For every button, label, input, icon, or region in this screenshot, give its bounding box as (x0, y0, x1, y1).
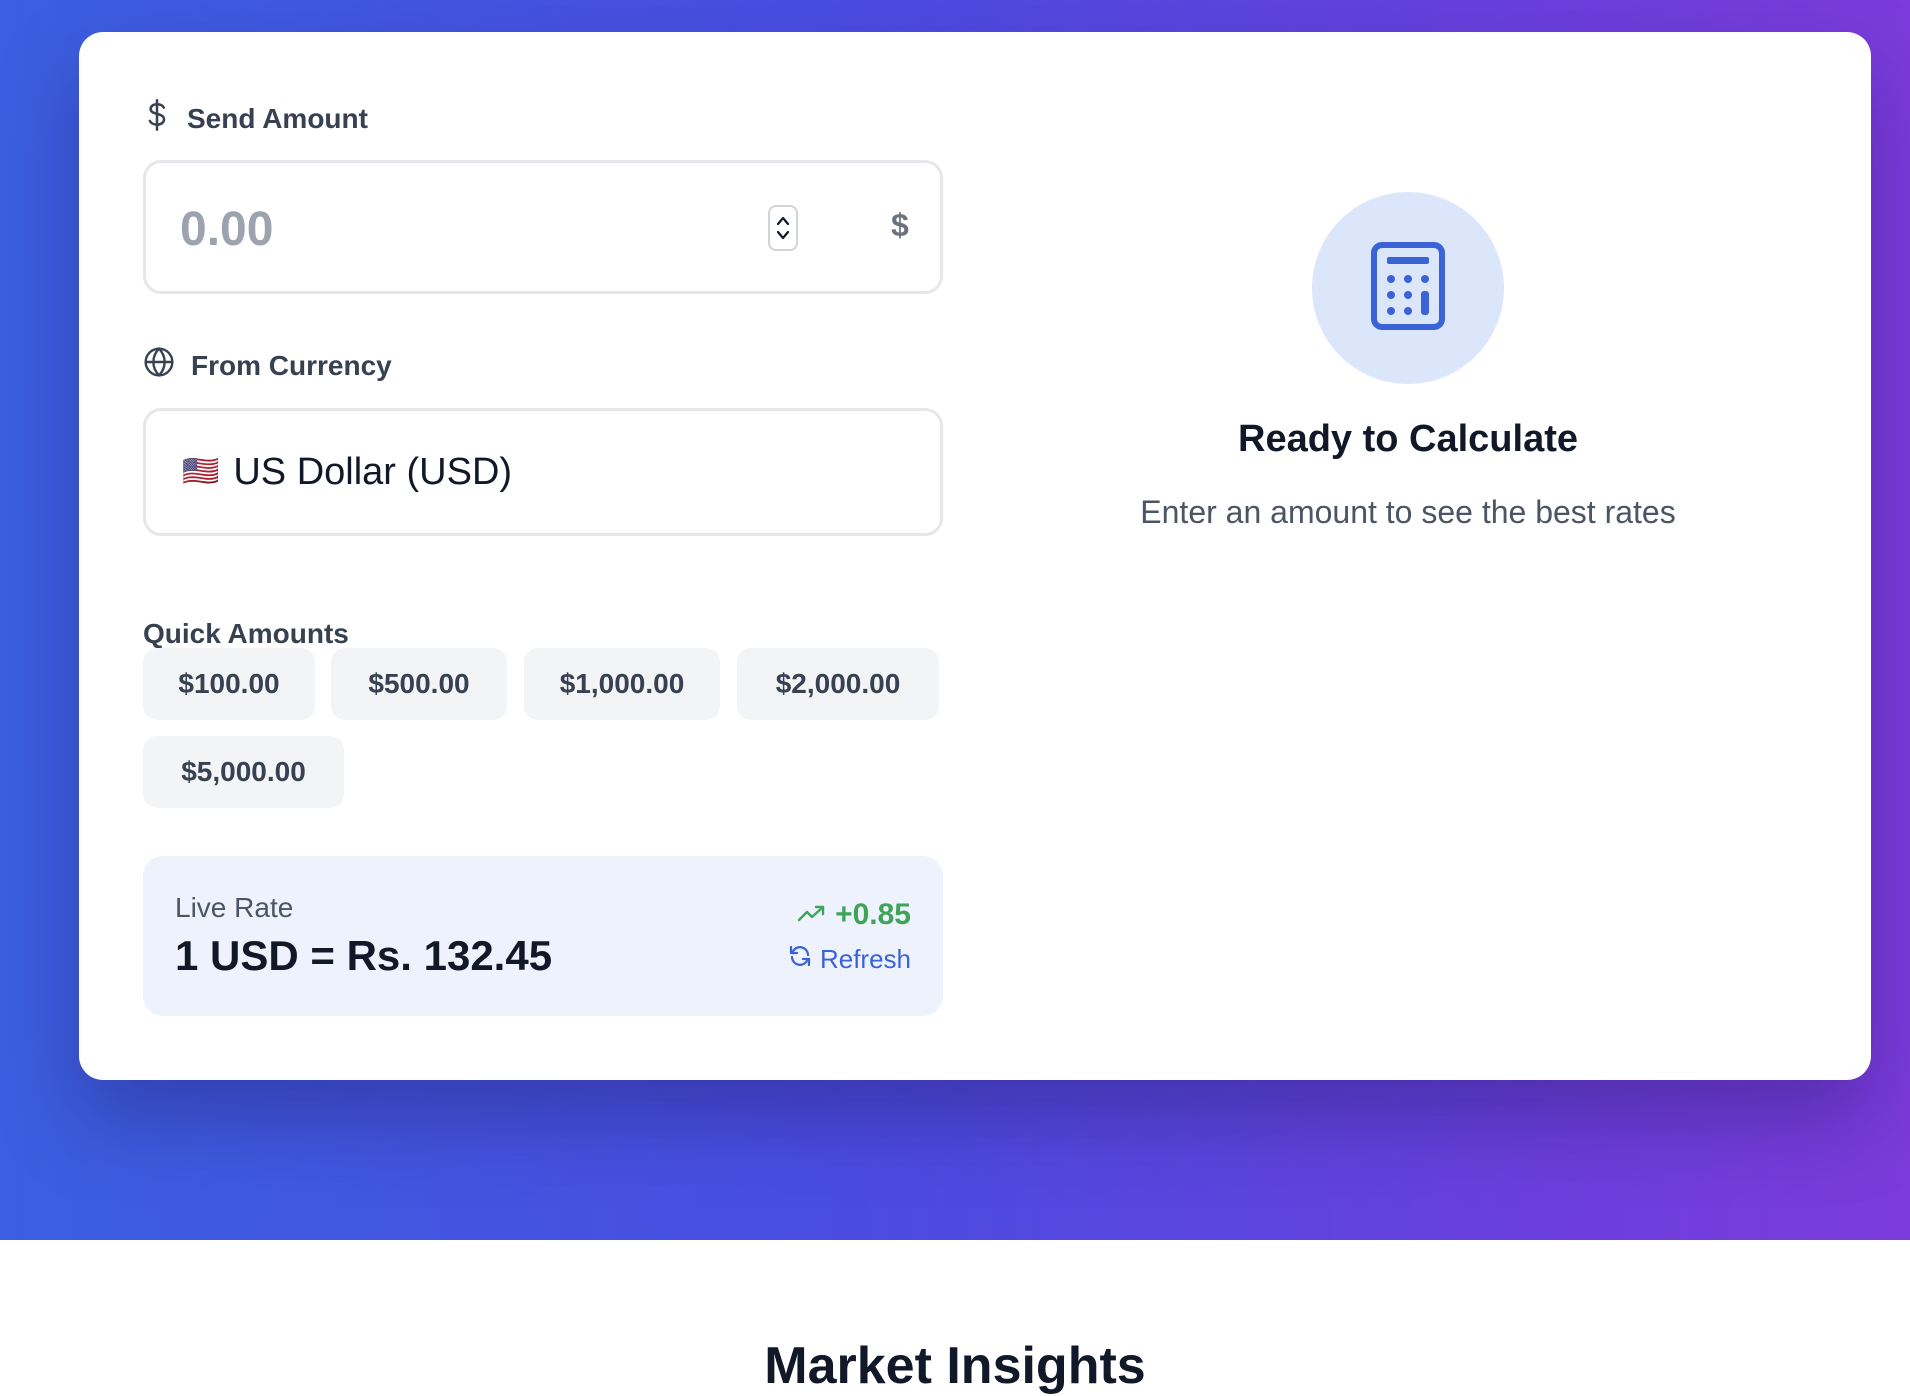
trending-up-icon (797, 898, 827, 932)
live-rate-box: Live Rate 1 USD = Rs. 132.45 +0.85 Refre… (143, 856, 943, 1016)
live-rate-label: Live Rate (175, 892, 294, 923)
chevron-up-icon[interactable] (774, 214, 792, 228)
quick-amount-5000[interactable]: $5,000.00 (143, 736, 344, 808)
ready-subtitle: Enter an amount to see the best rates (1140, 494, 1676, 530)
globe-icon (143, 346, 175, 385)
refresh-icon (788, 944, 812, 975)
ready-title: Ready to Calculate (1238, 418, 1578, 460)
refresh-button[interactable]: Refresh (788, 944, 911, 975)
chevron-down-icon[interactable] (774, 228, 792, 242)
send-amount-field[interactable]: $ (143, 160, 943, 294)
from-currency-select[interactable]: 🇺🇸 US Dollar (USD) (143, 408, 943, 536)
dollar-sign-icon (143, 98, 171, 139)
quick-amount-2000[interactable]: $2,000.00 (737, 648, 939, 720)
send-amount-label: Send Amount (143, 98, 368, 139)
currency-suffix: $ (891, 207, 909, 243)
calculator-icon-circle (1312, 192, 1504, 384)
from-currency-label: From Currency (143, 346, 392, 385)
quick-amount-500[interactable]: $500.00 (331, 648, 507, 720)
converter-card: Send Amount $ Fro (79, 32, 1871, 1080)
amount-stepper[interactable] (768, 205, 798, 251)
calculator-icon (1370, 241, 1446, 336)
live-rate-value: 1 USD = Rs. 132.45 (175, 932, 553, 979)
market-insights-heading: Market Insights (764, 1337, 1146, 1395)
hero-background: Send Amount $ Fro (0, 0, 1910, 1240)
us-flag-icon: 🇺🇸 (182, 455, 220, 488)
quick-amount-1000[interactable]: $1,000.00 (524, 648, 720, 720)
send-amount-input[interactable] (180, 199, 720, 259)
rate-change: +0.85 (797, 898, 911, 932)
quick-amount-100[interactable]: $100.00 (143, 648, 315, 720)
quick-amounts-title: Quick Amounts (143, 618, 349, 649)
selected-currency: US Dollar (USD) (233, 450, 513, 493)
